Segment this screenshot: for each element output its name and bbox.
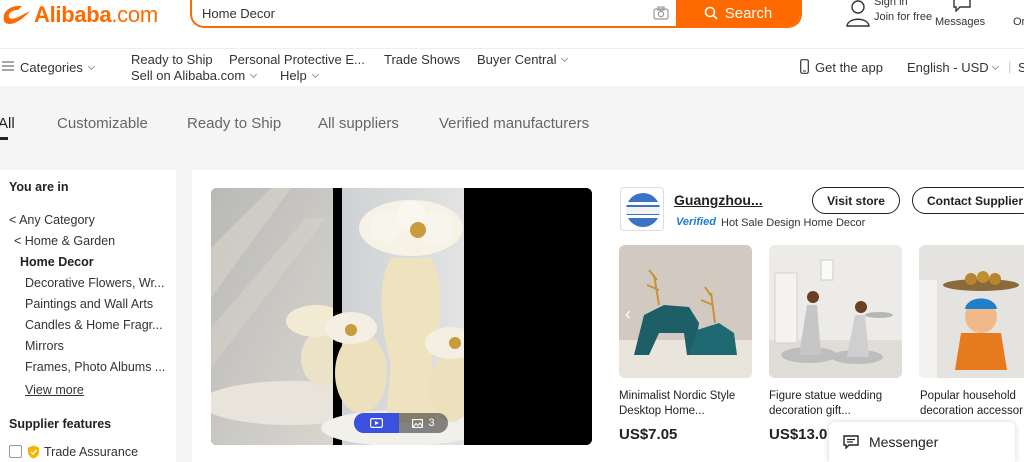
result-tabs: All Customizable Ready to Ship All suppl…	[0, 86, 1024, 152]
product-title-3-line2: decoration accessor	[920, 405, 1023, 417]
phone-icon	[800, 59, 809, 77]
product-title-1-line2: Desktop Home...	[619, 405, 705, 417]
image-icon	[412, 418, 424, 428]
nav-trade-shows[interactable]: Trade Shows	[384, 52, 460, 67]
subcategory-candles[interactable]: Candles & Home Fragr...	[25, 318, 163, 332]
categories-label: Categories	[20, 60, 83, 75]
tab-all-suppliers[interactable]: All suppliers	[318, 115, 399, 132]
tab-active-indicator	[0, 137, 8, 140]
tab-ready-to-ship[interactable]: Ready to Ship	[187, 115, 281, 132]
product-title-2-line1: Figure statue wedding	[769, 390, 883, 402]
supplier-features-title: Supplier features	[9, 417, 112, 431]
product-title-3-line1: Popular household	[920, 390, 1016, 402]
join-label: Join for free	[874, 11, 933, 23]
chevron-down-icon	[561, 54, 569, 63]
tab-customizable[interactable]: Customizable	[57, 115, 148, 132]
trade-assurance-icon	[27, 445, 40, 459]
messages-link[interactable]: Messages	[935, 16, 985, 28]
nav-extra[interactable]: S	[1018, 60, 1024, 75]
product-image-deer[interactable]	[619, 245, 752, 378]
product-title-2-line2: decoration gift...	[769, 405, 851, 417]
verified-badge: Verified	[676, 216, 716, 228]
supplier-tagline: Hot Sale Design Home Decor	[721, 217, 866, 229]
nav-buyer-central[interactable]: Buyer Central	[477, 52, 569, 67]
video-icon[interactable]	[354, 413, 399, 433]
visit-store-button[interactable]: Visit store	[812, 187, 900, 214]
contact-supplier-button[interactable]: Contact Supplier	[912, 187, 1024, 214]
subcategory-paintings[interactable]: Paintings and Wall Arts	[25, 297, 153, 311]
you-are-in-title: You are in	[9, 180, 69, 194]
product-title-3[interactable]: Popular household decoration accessor	[920, 389, 1024, 419]
alibaba-logo[interactable]: Alibaba.com	[0, 0, 158, 30]
chevron-down-icon	[87, 62, 95, 71]
buyer-central-label: Buyer Central	[477, 52, 557, 67]
nav-divider: |	[1008, 59, 1012, 74]
image-count-value: 3	[428, 417, 435, 429]
messenger-widget[interactable]: Messenger	[829, 422, 1015, 462]
product-price-1: US$7.05	[619, 426, 678, 443]
signin-label: Sign in	[874, 0, 908, 8]
product-price-2: US$13.0	[769, 426, 828, 443]
filter-sidebar: You are in < Any Category < Home & Garde…	[0, 170, 176, 462]
media-pager[interactable]: 3	[354, 413, 448, 433]
help-label: Help	[280, 68, 307, 83]
messenger-label: Messenger	[869, 434, 939, 450]
product-title-2[interactable]: Figure statue wedding decoration gift...	[769, 389, 904, 419]
trade-assurance-checkbox[interactable]	[9, 445, 22, 458]
prev-arrow-icon[interactable]: ‹	[625, 304, 631, 325]
nav-ready-to-ship[interactable]: Ready to Ship	[131, 52, 213, 67]
product-image-statue[interactable]	[769, 245, 902, 378]
current-category: Home Decor	[20, 255, 94, 269]
crumb-home-garden[interactable]: < Home & Garden	[14, 234, 115, 248]
search-icon	[704, 6, 718, 20]
subcategory-mirrors[interactable]: Mirrors	[25, 339, 64, 353]
language-label: English - USD	[907, 60, 989, 75]
tab-all[interactable]: All	[0, 115, 15, 132]
orders-link[interactable]: Or	[1013, 16, 1024, 28]
view-more-link[interactable]: View more	[25, 383, 84, 397]
product-title-1[interactable]: Minimalist Nordic Style Desktop Home...	[619, 389, 754, 419]
crumb-any-category[interactable]: < Any Category	[9, 213, 95, 227]
signin-link[interactable]: Sign in Join for free	[874, 0, 932, 25]
supplier-logo[interactable]	[620, 187, 664, 231]
sell-label: Sell on Alibaba.com	[131, 68, 246, 83]
chat-icon	[843, 435, 859, 449]
chevron-down-icon	[311, 70, 319, 79]
user-icon[interactable]	[845, 0, 875, 28]
search-button-label: Search	[724, 4, 773, 22]
product-image-figurine[interactable]	[919, 245, 1024, 378]
search-bar: Search	[190, 0, 802, 28]
category-nav: Categories Ready to Ship Personal Protec…	[0, 48, 1024, 86]
subcategory-decorative-flowers[interactable]: Decorative Flowers, Wr...	[25, 276, 164, 290]
logo-name: Alibaba	[34, 2, 112, 27]
trade-assurance-label[interactable]: Trade Assurance	[44, 445, 138, 459]
top-header: Alibaba.com Search Sign in Join for free…	[0, 0, 1024, 48]
chevron-down-icon	[250, 70, 258, 79]
tab-verified-manufacturers[interactable]: Verified manufacturers	[439, 115, 589, 132]
logo-suffix: .com	[111, 2, 158, 27]
camera-icon[interactable]	[646, 0, 676, 26]
search-button[interactable]: Search	[676, 0, 800, 26]
nav-ppe[interactable]: Personal Protective E...	[229, 52, 365, 67]
language-selector[interactable]: English - USD	[907, 60, 999, 75]
image-count[interactable]: 3	[399, 413, 448, 433]
nav-help[interactable]: Help	[280, 68, 319, 83]
get-app-link[interactable]: Get the app	[815, 60, 883, 75]
chevron-down-icon	[991, 62, 999, 71]
menu-icon[interactable]	[2, 59, 14, 74]
product-title-1-line1: Minimalist Nordic Style	[619, 390, 736, 402]
message-icon[interactable]	[952, 0, 972, 17]
supplier-name[interactable]: Guangzhou...	[674, 192, 763, 208]
logo-mark-icon	[0, 2, 34, 28]
search-input[interactable]	[192, 0, 646, 26]
categories-menu[interactable]: Categories	[20, 60, 95, 75]
subcategory-frames[interactable]: Frames, Photo Albums ...	[25, 360, 165, 374]
nav-sell[interactable]: Sell on Alibaba.com	[131, 68, 258, 83]
product-video[interactable]	[211, 188, 592, 445]
